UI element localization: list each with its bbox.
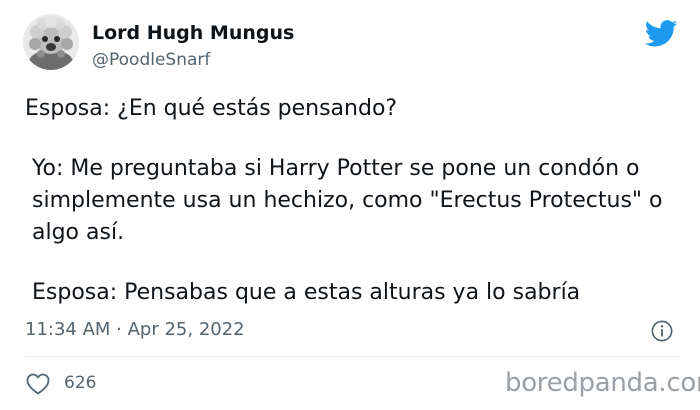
tweet-card: Lord Hugh Mungus @PoodleSnarf Esposa: ¿E…: [0, 0, 700, 410]
heart-icon[interactable]: [26, 373, 50, 395]
tweet-timestamp[interactable]: 11:34 AM · Apr 25, 2022: [25, 319, 245, 340]
tweet-line: Esposa: ¿En qué estás pensando?: [25, 96, 398, 121]
divider: [25, 356, 680, 357]
tweet-text: Esposa: ¿En qué estás pensando? Yo: Me p…: [25, 93, 685, 309]
like-count: 626: [64, 373, 97, 393]
tweet-line: Yo: Me preguntaba si Harry Potter se pon…: [32, 156, 670, 245]
watermark: boredpanda.com: [505, 368, 700, 398]
avatar[interactable]: [23, 14, 79, 70]
tweet-line: Esposa: Pensabas que a estas alturas ya …: [32, 280, 581, 305]
info-icon[interactable]: [651, 320, 673, 342]
author-handle[interactable]: @PoodleSnarf: [92, 50, 210, 70]
twitter-bird-icon[interactable]: [645, 20, 678, 47]
poodle-avatar-icon: [23, 14, 79, 70]
author-display-name[interactable]: Lord Hugh Mungus: [92, 22, 294, 44]
